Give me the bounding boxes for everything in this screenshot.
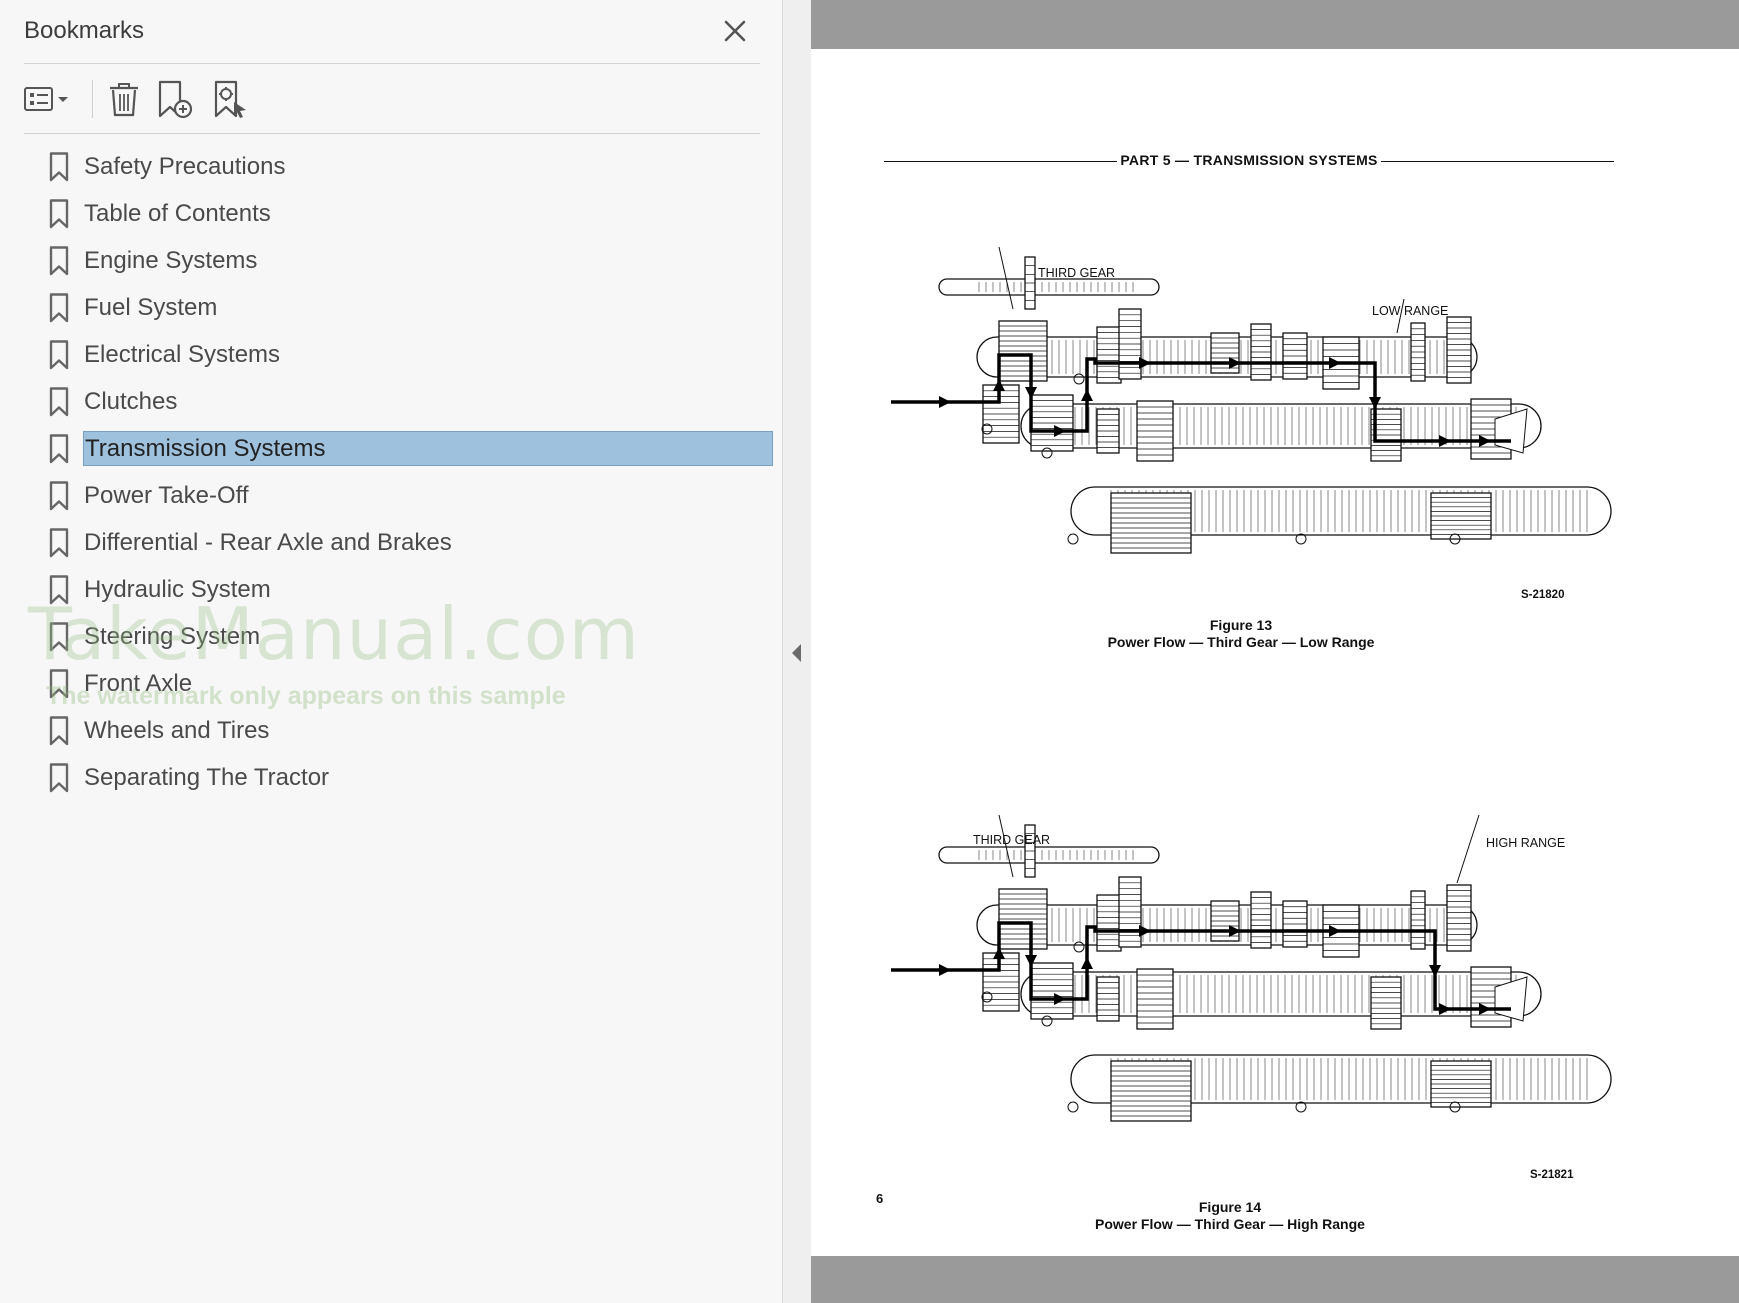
bookmark-label: Table of Contents <box>84 200 271 227</box>
bookmark-item[interactable]: Steering System <box>0 613 783 660</box>
bookmark-item[interactable]: Separating The Tractor <box>0 754 783 801</box>
figure-title: Figure 13 <box>1209 617 1273 633</box>
figure-caption: Figure 14 Power Flow — Third Gear — High… <box>980 1199 1480 1233</box>
third-gear-label: THIRD GEAR <box>1038 266 1116 280</box>
bookmark-icon <box>49 246 69 276</box>
high-range-label: HIGH RANGE <box>1486 836 1566 850</box>
bookmark-label: Hydraulic System <box>84 576 271 603</box>
bookmarks-panel: Bookmarks Safety Precautions Table of Co… <box>0 0 783 1303</box>
figure-title: Figure 14 <box>1198 1199 1262 1215</box>
bookmark-item[interactable]: Electrical Systems <box>0 331 783 378</box>
bookmark-label: Clutches <box>84 388 178 415</box>
panel-header: Bookmarks <box>24 0 760 64</box>
figure-13: THIRD GEAR LOW RANGE S-21820 Figure 13 P… <box>891 209 1631 651</box>
bookmark-icon <box>49 575 69 605</box>
bookmark-icon <box>49 293 69 323</box>
part-header: PART 5 — TRANSMISSION SYSTEMS <box>884 151 1614 171</box>
bookmark-icon <box>49 340 69 370</box>
bookmark-icon <box>49 763 69 793</box>
bookmark-item[interactable]: Front Axle <box>0 660 783 707</box>
bookmark-item[interactable]: Safety Precautions <box>0 143 783 190</box>
gear-diagram-figure-13 <box>891 246 1612 554</box>
bookmark-list: Safety Precautions Table of Contents Engin… <box>0 143 783 801</box>
bookmark-label: Separating The Tractor <box>84 764 330 791</box>
panel-title: Bookmarks <box>24 17 145 44</box>
bookmark-label: Steering System <box>84 623 261 650</box>
bookmark-label: Engine Systems <box>84 247 258 274</box>
bookmark-label: Safety Precautions <box>84 153 286 180</box>
bookmark-item[interactable]: Fuel System <box>0 284 783 331</box>
options-dropdown-button[interactable] <box>24 78 74 120</box>
bookmark-icon <box>49 481 69 511</box>
bookmark-item[interactable]: Power Take-Off <box>0 472 783 519</box>
gear-diagram-figure-14 <box>891 814 1612 1122</box>
bookmark-label: Front Axle <box>84 670 193 697</box>
find-bookmark-icon <box>214 80 246 118</box>
bookmark-toolbar <box>24 64 760 134</box>
close-panel-button[interactable] <box>718 14 752 48</box>
figure-code: S-21820 <box>1521 589 1565 601</box>
delete-bookmark-button[interactable] <box>104 78 144 120</box>
bookmark-icon <box>49 387 69 417</box>
bookmark-item[interactable]: Transmission Systems <box>0 425 783 472</box>
bookmark-item[interactable]: Clutches <box>0 378 783 425</box>
list-options-icon <box>24 87 68 111</box>
bookmark-icon <box>49 199 69 229</box>
bookmark-label: Transmission Systems <box>83 431 773 466</box>
bookmark-icon <box>49 434 69 464</box>
figure-14: THIRD GEAR HIGH RANGE S-21821 Figure 14 … <box>891 777 1631 1237</box>
find-bookmark-button[interactable] <box>212 78 256 120</box>
add-bookmark-button[interactable] <box>156 78 200 120</box>
bookmark-icon <box>49 622 69 652</box>
bookmark-label: Power Take-Off <box>84 482 249 509</box>
bookmark-label: Differential - Rear Axle and Brakes <box>84 529 452 556</box>
trash-icon <box>110 83 138 117</box>
figure-caption: Figure 13 Power Flow — Third Gear — Low … <box>991 617 1491 651</box>
bookmark-label: Fuel System <box>84 294 218 321</box>
low-range-label: LOW RANGE <box>1372 304 1449 318</box>
collapse-panel-arrow-icon[interactable] <box>792 644 801 662</box>
close-icon <box>724 20 746 42</box>
page-number: 6 <box>876 1191 884 1206</box>
bookmark-label: Electrical Systems <box>84 341 281 368</box>
bookmark-item[interactable]: Table of Contents <box>0 190 783 237</box>
bookmark-item[interactable]: Engine Systems <box>0 237 783 284</box>
bookmark-icon <box>49 528 69 558</box>
third-gear-label: THIRD GEAR <box>973 833 1051 847</box>
part-title: PART 5 — TRANSMISSION SYSTEMS <box>1117 152 1381 168</box>
bookmark-item[interactable]: Hydraulic System <box>0 566 783 613</box>
panel-splitter[interactable] <box>783 0 811 1303</box>
bookmark-item[interactable]: Wheels and Tires <box>0 707 783 754</box>
document-viewer[interactable]: PART 5 — TRANSMISSION SYSTEMS THIRD GEAR… <box>811 0 1739 1303</box>
bookmark-icon <box>49 152 69 182</box>
bookmark-item[interactable]: Differential - Rear Axle and Brakes <box>0 519 783 566</box>
bookmark-label: Wheels and Tires <box>84 717 270 744</box>
toolbar-separator <box>92 80 93 118</box>
figure-description: Power Flow — Third Gear — High Range <box>1095 1216 1365 1232</box>
figure-code: S-21821 <box>1530 1169 1574 1181</box>
bookmark-icon <box>49 716 69 746</box>
document-page: PART 5 — TRANSMISSION SYSTEMS THIRD GEAR… <box>811 49 1739 1256</box>
add-bookmark-icon <box>158 80 193 119</box>
figure-description: Power Flow — Third Gear — Low Range <box>1107 634 1375 650</box>
bookmark-icon <box>49 669 69 699</box>
